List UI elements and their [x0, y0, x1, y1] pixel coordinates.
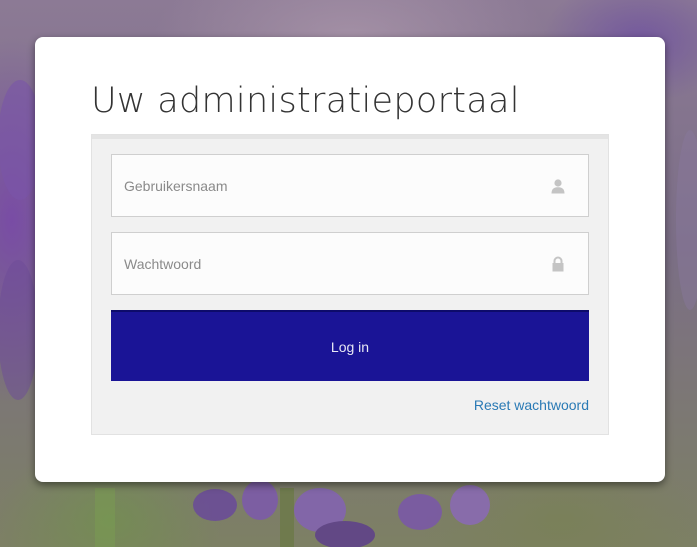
username-input[interactable] — [112, 155, 588, 216]
lock-icon — [552, 256, 564, 272]
password-input[interactable] — [112, 233, 588, 294]
password-field[interactable] — [111, 232, 589, 295]
reset-password-link[interactable]: Reset wachtwoord — [474, 397, 589, 413]
username-field[interactable] — [111, 154, 589, 217]
user-icon — [551, 179, 565, 194]
login-button[interactable]: Log in — [111, 310, 589, 381]
panel-top-border — [92, 135, 608, 139]
login-form-panel: Log in Reset wachtwoord — [91, 134, 609, 435]
login-card: Uw administratieportaal Log in Reset wac… — [35, 37, 665, 482]
page-title: Uw administratieportaal — [91, 81, 520, 121]
